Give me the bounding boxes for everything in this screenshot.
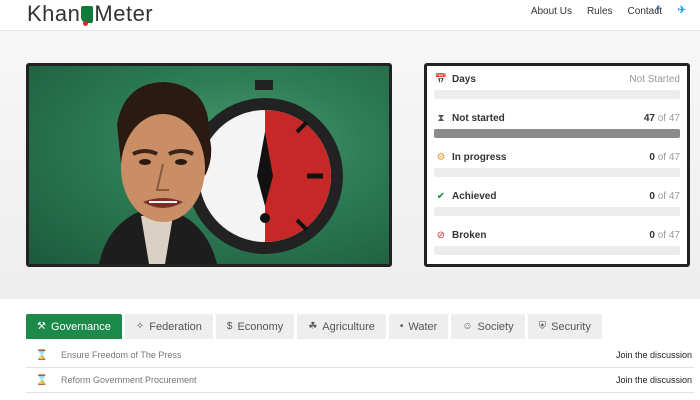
join-discussion-link[interactable]: Join the discussion (616, 350, 694, 360)
join-discussion-link[interactable]: Join the discussion (616, 375, 694, 385)
logo-text-left: Khan (27, 1, 81, 26)
security-icon: ⛨ (538, 321, 547, 332)
nav-link-rules[interactable]: Rules (587, 6, 613, 17)
banner-illustration (99, 80, 343, 264)
list-item[interactable]: ⌛ Reform Government Procurement Join the d… (26, 368, 694, 393)
tab-label: Society (477, 320, 514, 333)
tab-label: Water (408, 320, 438, 333)
list-item[interactable]: ⌛ Ensure Freedom of The Press Join the dis… (26, 343, 694, 368)
stats-panel: 📅 Days Not Started ⧗ Not started 47 of 47 ⚙… (424, 63, 690, 267)
tab-label: Economy (237, 320, 284, 333)
economy-icon: $ (226, 321, 233, 332)
stat-value: 47 of 47 (643, 112, 680, 124)
stat-value: 0 of 47 (649, 229, 680, 241)
tab-economy[interactable]: $ Economy (215, 314, 295, 339)
stat-value: 0 of 47 (649, 190, 680, 202)
federation-icon: ✧ (135, 321, 145, 332)
stat-days: 📅 Days Not Started (434, 68, 680, 107)
tab-agriculture[interactable]: ☘ Agriculture (297, 314, 386, 339)
not-started-icon: ⧗ (437, 112, 445, 124)
stat-achieved: ✔ Achieved 0 of 47 (434, 185, 680, 224)
category-tabs: ⚒ Governance ✧ Federation $ Economy ☘ Agricultu… (26, 314, 602, 339)
governance-icon: ⚒ (37, 321, 46, 332)
stat-label: Achieved (452, 190, 497, 202)
promise-title[interactable]: Reform Government Procurement (58, 375, 616, 385)
broken-icon: ⊘ (436, 229, 446, 241)
promise-title[interactable]: Ensure Freedom of The Press (58, 350, 616, 360)
hero-section: 📅 Days Not Started ⧗ Not started 47 of 47 ⚙… (0, 31, 700, 299)
logo[interactable]: Khan Meter (27, 0, 153, 28)
agriculture-icon: ☘ (308, 321, 318, 332)
stat-broken: ⊘ Broken 0 of 47 (434, 224, 680, 263)
twitter-icon[interactable]: ✈ (678, 5, 686, 16)
progress-bar-fill (434, 129, 680, 138)
stat-value: Not Started (629, 73, 680, 85)
tab-label: Federation (149, 320, 202, 333)
promise-list: ⌛ Ensure Freedom of The Press Join the dis… (26, 343, 694, 393)
progress-bar (434, 246, 680, 255)
logo-text-right: Meter (94, 1, 154, 26)
social-links: f ✈ (656, 5, 686, 16)
stat-not-started: ⧗ Not started 47 of 47 (434, 107, 680, 146)
progress-bar (434, 129, 680, 138)
tab-label: Agriculture (322, 320, 375, 333)
hourglass-icon: ⌛ (35, 374, 49, 386)
society-icon: ☺ (462, 321, 473, 332)
stat-label: Not started (452, 112, 505, 124)
logo-mark-icon (81, 5, 94, 26)
tab-governance[interactable]: ⚒ Governance (26, 314, 122, 339)
in-progress-icon: ⚙ (436, 151, 446, 163)
portrait-illustration (99, 82, 217, 264)
water-icon: • (399, 321, 404, 332)
stopwatch-icon (187, 80, 343, 254)
stat-in-progress: ⚙ In progress 0 of 47 (434, 146, 680, 185)
facebook-icon[interactable]: f (656, 5, 659, 16)
stat-label: Broken (452, 229, 487, 241)
hourglass-icon: ⌛ (35, 349, 49, 361)
tab-security[interactable]: ⛨ Security (527, 314, 602, 339)
stat-value: 0 of 47 (649, 151, 680, 163)
tab-federation[interactable]: ✧ Federation (124, 314, 213, 339)
tab-water[interactable]: • Water (388, 314, 449, 339)
achieved-icon: ✔ (436, 190, 446, 202)
stat-label: Days (452, 73, 476, 85)
navbar: Khan Meter About Us Rules Contact f ✈ (0, 0, 700, 31)
progress-bar (434, 207, 680, 216)
banner-image (26, 63, 392, 267)
tab-society[interactable]: ☺ Society (451, 314, 525, 339)
calendar-icon: 📅 (434, 73, 448, 85)
progress-bar (434, 168, 680, 177)
stat-label: In progress (452, 151, 507, 163)
tab-label: Security (551, 320, 591, 333)
nav-link-about[interactable]: About Us (531, 6, 572, 17)
nav-links: About Us Rules Contact (531, 6, 662, 17)
tab-label: Governance (50, 320, 111, 333)
progress-bar (434, 90, 680, 99)
